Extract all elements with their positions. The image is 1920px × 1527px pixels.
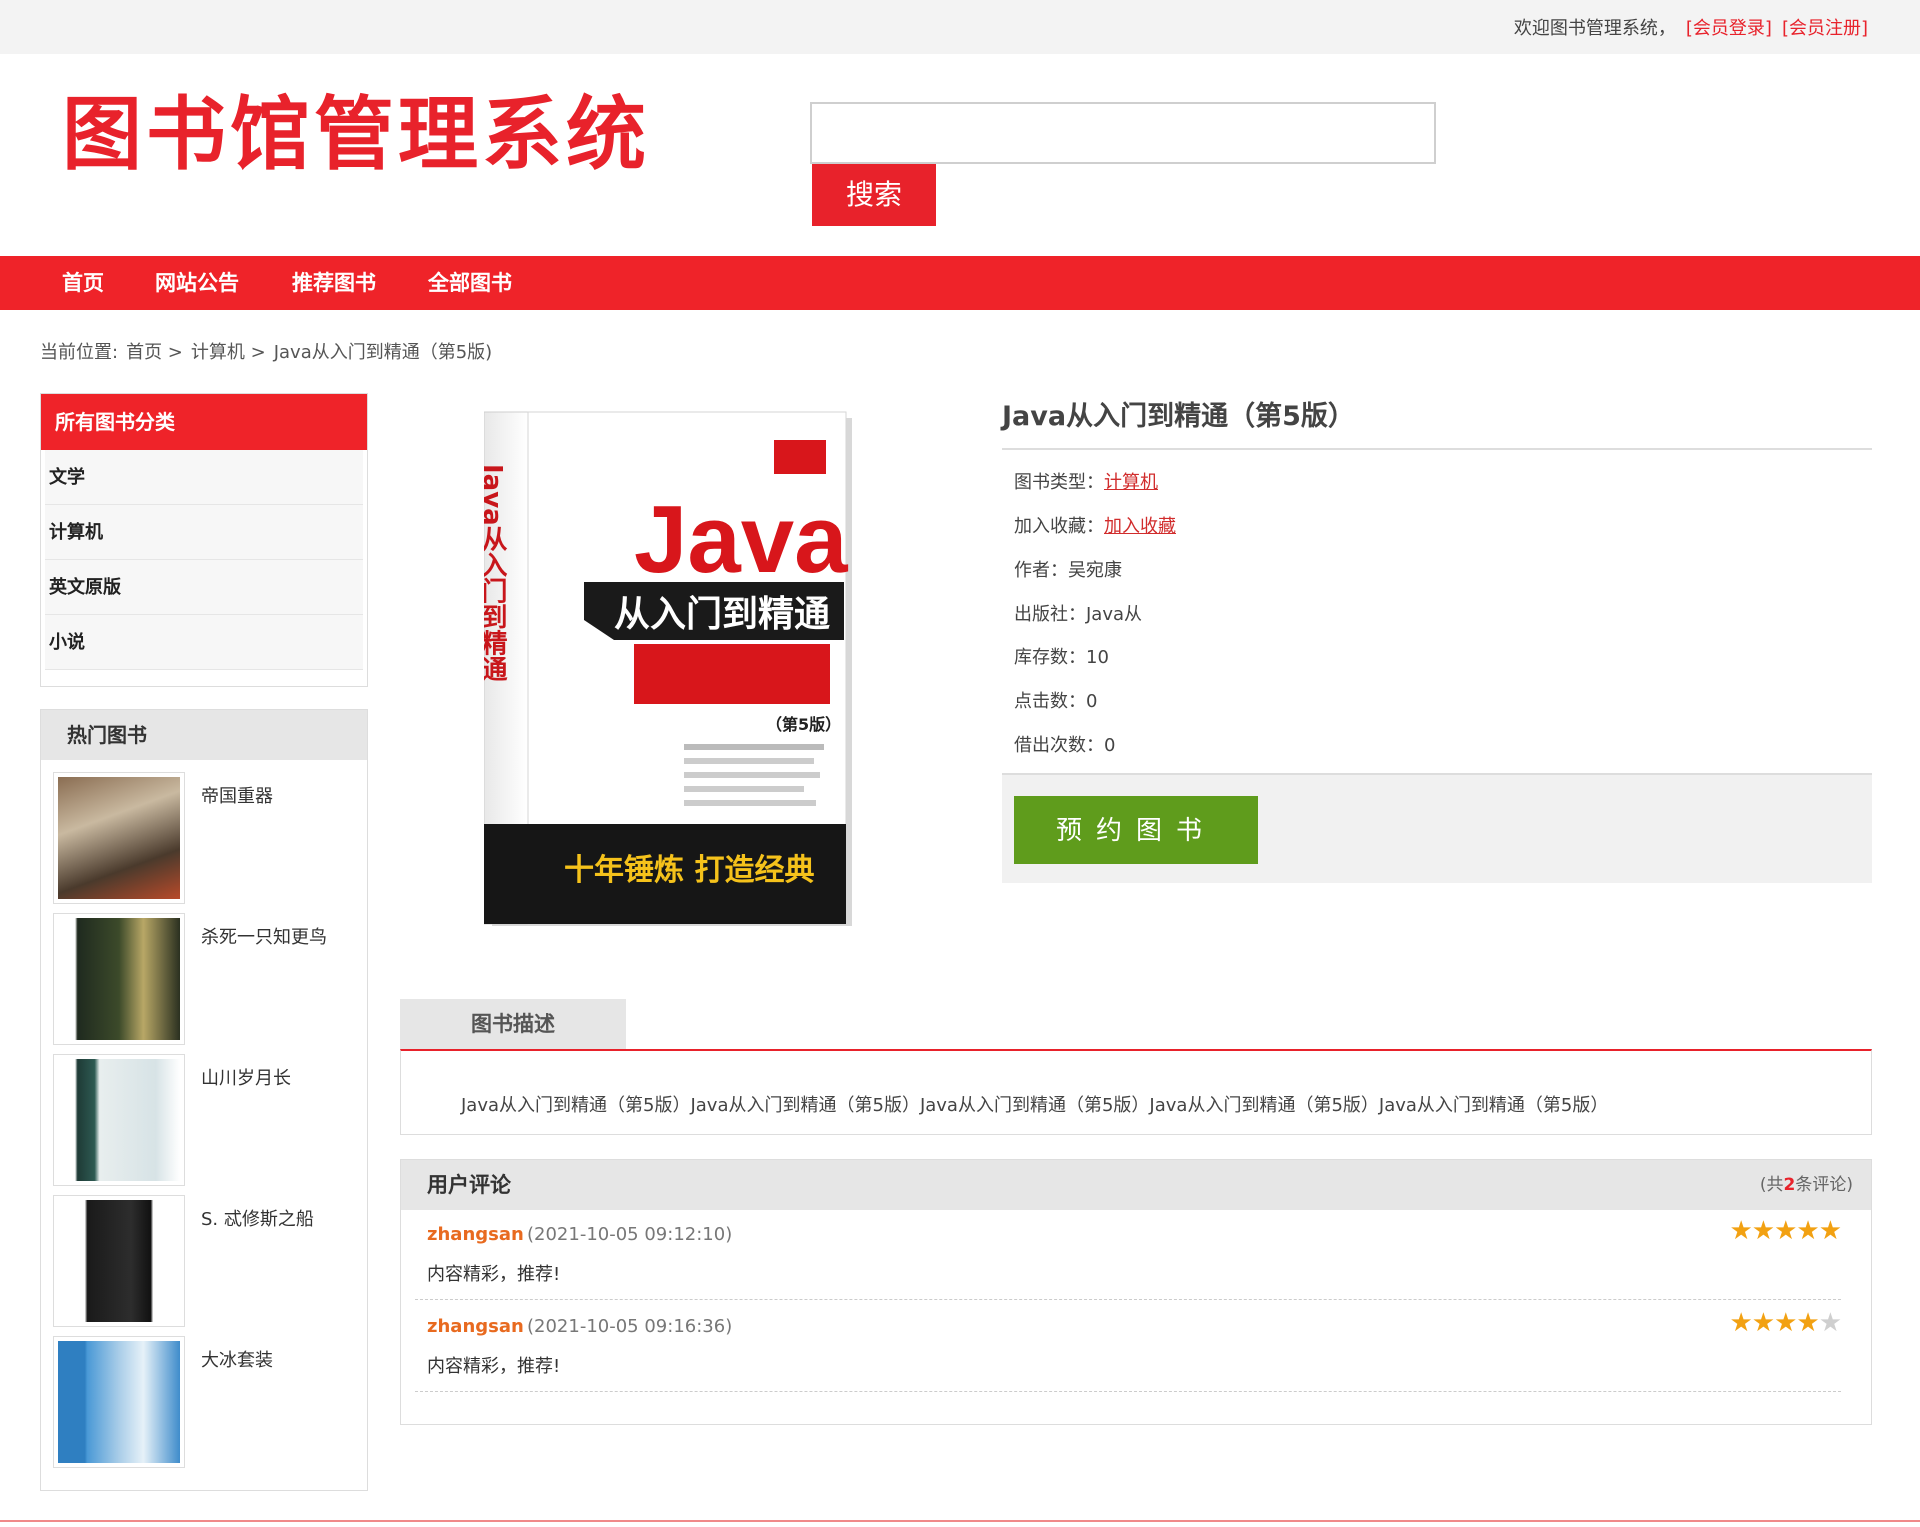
comment-time: (2021-10-05 09:12:10) (527, 1224, 733, 1245)
comment-time: (2021-10-05 09:16:36) (527, 1316, 733, 1337)
welcome-area: 欢迎图书管理系统， [会员登录] [会员注册] (1514, 14, 1868, 40)
comments-header: 用户评论 (共2条评论) (401, 1160, 1871, 1210)
comments-panel: 用户评论 (共2条评论) zhangsan (2021-10-05 09:12:… (400, 1159, 1872, 1425)
star-rating: ★★★★★ (1729, 1308, 1842, 1338)
hot-book-title[interactable]: 山川岁月长 (201, 1064, 291, 1090)
comment-item: zhangsan (2021-10-05 09:12:10) 内容精彩，推荐! … (415, 1210, 1842, 1300)
book-thumbnail[interactable] (53, 1336, 185, 1468)
category-panel: 所有图书分类 文学 计算机 英文原版 小说 (40, 393, 368, 687)
breadcrumb-home[interactable]: 首页 > (126, 342, 183, 363)
book-cover-image: Java从入门到精通 Java 从入门到精通 （第5版） 十年锤炼 打造经典 (477, 404, 856, 932)
comments-count-number: 2 (1783, 1175, 1796, 1195)
nav-all-books[interactable]: 全部图书 (428, 256, 512, 310)
book-thumbnail[interactable] (53, 772, 185, 904)
comment-item: zhangsan (2021-10-05 09:16:36) 内容精彩，推荐! … (415, 1302, 1842, 1392)
comments-count-prefix: (共 (1759, 1175, 1784, 1195)
search-button[interactable]: 搜索 (812, 164, 936, 226)
hot-books-title: 热门图书 (41, 710, 367, 760)
star-icon: ★ (1796, 1216, 1819, 1246)
book-borrows: 借出次数：0 (1014, 735, 1116, 756)
nav-recommended[interactable]: 推荐图书 (292, 256, 376, 310)
favorite-row: 加入收藏：加入收藏 (1014, 512, 1176, 538)
category-item-literature[interactable]: 文学 (45, 450, 363, 505)
category-item-novel[interactable]: 小说 (45, 615, 363, 670)
main-nav: 首页 网站公告 推荐图书 全部图书 (0, 256, 1920, 310)
comments-count: (共2条评论) (1760, 1160, 1853, 1210)
star-icon: ★ (1774, 1216, 1797, 1246)
search-input[interactable] (810, 102, 1436, 164)
nav-announcements[interactable]: 网站公告 (155, 256, 239, 310)
comment-user[interactable]: zhangsan (427, 1316, 524, 1337)
hot-books-panel: 热门图书 帝国重器 杀死一只知更鸟 山川岁月长 S. 忒修斯之船 大冰套装 (40, 709, 368, 1491)
hot-book-title[interactable]: 杀死一只知更鸟 (201, 923, 327, 949)
star-icon: ★ (1729, 1308, 1752, 1338)
hot-book-title[interactable]: 帝国重器 (201, 782, 273, 808)
book-type-row: 图书类型：计算机 (1014, 468, 1158, 494)
hot-book-item[interactable]: 杀死一只知更鸟 (53, 913, 363, 1045)
book-title: Java从入门到精通（第5版） (1002, 401, 1355, 432)
breadcrumb: 当前位置: 首页 > 计算机 > Java从入门到精通（第5版) (40, 338, 500, 364)
hot-book-item[interactable]: S. 忒修斯之船 (53, 1195, 363, 1327)
nav-home[interactable]: 首页 (62, 256, 104, 310)
star-icon: ★ (1729, 1216, 1752, 1246)
cover-edition-text: （第5版） (766, 715, 841, 734)
comments-count-suffix: 条评论) (1795, 1175, 1853, 1195)
star-icon: ★ (1774, 1308, 1797, 1338)
book-thumbnail[interactable] (53, 913, 185, 1045)
favorite-label: 加入收藏： (1014, 516, 1104, 537)
hot-book-title[interactable]: 大冰套装 (201, 1346, 273, 1372)
register-link[interactable]: [会员注册] (1782, 18, 1868, 39)
breadcrumb-category[interactable]: 计算机 > (191, 342, 266, 363)
comments-title: 用户评论 (427, 1173, 511, 1197)
hot-book-item[interactable]: 大冰套装 (53, 1336, 363, 1468)
book-stock: 库存数：10 (1014, 647, 1109, 668)
category-item-computer[interactable]: 计算机 (45, 505, 363, 560)
add-favorite-link[interactable]: 加入收藏 (1104, 516, 1176, 537)
hot-book-item[interactable]: 山川岁月长 (53, 1054, 363, 1186)
welcome-text: 欢迎图书管理系统， (1513, 18, 1676, 39)
hot-book-title[interactable]: S. 忒修斯之船 (201, 1205, 314, 1231)
breadcrumb-current: Java从入门到精通（第5版) (273, 342, 493, 363)
book-publisher: 出版社：Java从 (1014, 604, 1143, 625)
star-icon: ★ (1751, 1308, 1775, 1338)
category-item-english[interactable]: 英文原版 (45, 560, 363, 615)
book-thumbnail[interactable] (53, 1195, 185, 1327)
book-clicks: 点击数：0 (1014, 691, 1098, 712)
footer-divider (0, 1520, 1920, 1522)
divider (1002, 448, 1872, 450)
reserve-book-button[interactable]: 预约图书 (1014, 796, 1258, 864)
description-text: Java从入门到精通（第5版）Java从入门到精通（第5版）Java从入门到精通… (461, 1095, 1609, 1116)
cover-slogan-text: 十年锤炼 打造经典 (564, 853, 814, 888)
cover-subtitle-text: 从入门到精通 (614, 594, 830, 635)
description-panel: Java从入门到精通（第5版）Java从入门到精通（第5版）Java从入门到精通… (400, 1049, 1872, 1135)
book-thumbnail[interactable] (53, 1054, 185, 1186)
star-icon: ★ (1796, 1308, 1819, 1338)
breadcrumb-prefix: 当前位置: (40, 342, 119, 363)
book-type-label: 图书类型： (1014, 472, 1104, 493)
comment-text: 内容精彩，推荐! (427, 1264, 561, 1285)
book-type-link[interactable]: 计算机 (1104, 472, 1158, 493)
reserve-area: 预约图书 (1002, 773, 1872, 883)
comment-user[interactable]: zhangsan (427, 1224, 524, 1245)
site-logo[interactable]: 图书馆管理系统 (62, 88, 650, 181)
cover-spine-text: Java从入门到精通 (484, 462, 507, 682)
cover-title-text: Java (634, 486, 848, 593)
login-link[interactable]: [会员登录] (1686, 18, 1772, 39)
comment-text: 内容精彩，推荐! (427, 1356, 561, 1377)
star-icon: ★ (1818, 1216, 1842, 1246)
book-author: 作者：吴宛康 (1014, 560, 1122, 581)
logo-text: 图书馆管理系统 (62, 88, 650, 181)
tab-description[interactable]: 图书描述 (400, 999, 626, 1049)
top-bar: 欢迎图书管理系统， [会员登录] [会员注册] (0, 0, 1920, 54)
category-title: 所有图书分类 (41, 394, 367, 450)
star-rating: ★★★★★ (1729, 1216, 1842, 1246)
hot-book-item[interactable]: 帝国重器 (53, 772, 363, 904)
star-icon: ★ (1751, 1216, 1775, 1246)
star-empty-icon: ★ (1818, 1308, 1842, 1338)
